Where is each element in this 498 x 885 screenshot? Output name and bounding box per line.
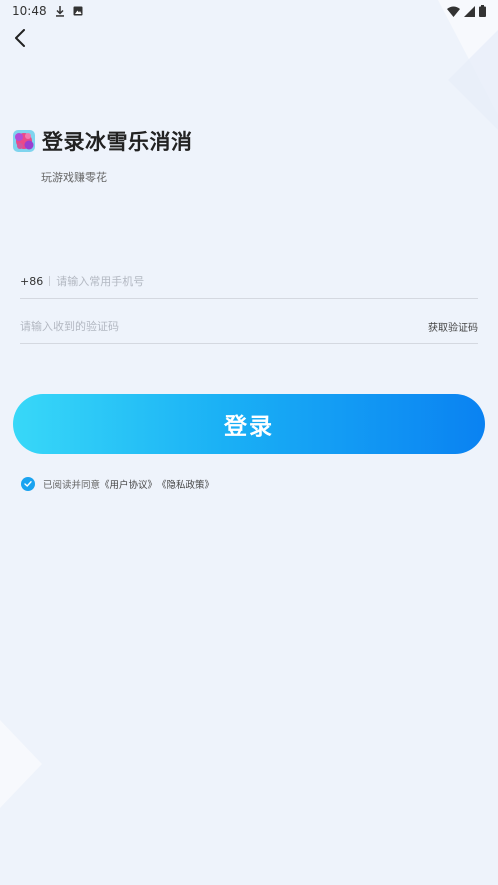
app-logo-icon xyxy=(13,130,35,152)
country-code-prefix[interactable]: +86 xyxy=(20,275,43,288)
get-code-button[interactable]: 获取验证码 xyxy=(428,319,478,334)
prefix-divider xyxy=(49,276,51,286)
agreement-checkbox[interactable] xyxy=(21,477,35,491)
signal-icon xyxy=(464,5,475,17)
back-button[interactable] xyxy=(8,26,32,50)
phone-input[interactable] xyxy=(56,274,478,288)
user-agreement-link[interactable]: 《用户协议》 xyxy=(100,477,157,491)
title-row: 登录冰雪乐消消 xyxy=(12,126,193,156)
phone-field: +86 xyxy=(20,264,478,299)
wifi-icon xyxy=(447,6,460,17)
page-title: 登录冰雪乐消消 xyxy=(42,130,193,154)
back-arrow-icon xyxy=(15,29,25,47)
agreement-text: 已阅读并同意 xyxy=(43,480,101,491)
checkmark-icon xyxy=(24,481,32,487)
status-bar: 10:48 xyxy=(0,0,498,22)
verification-code-input[interactable] xyxy=(20,319,428,333)
page-subtitle: 玩游戏赚零花 xyxy=(41,171,107,184)
notification-image-icon xyxy=(73,6,83,16)
battery-icon xyxy=(479,5,486,17)
status-time: 10:48 xyxy=(12,4,47,18)
background-decoration-bottom-left xyxy=(0,720,42,808)
privacy-policy-link[interactable]: 《隐私政策》 xyxy=(157,477,214,491)
download-icon xyxy=(55,5,64,17)
verification-code-field: 获取验证码 xyxy=(20,309,478,344)
login-button[interactable]: 登录 xyxy=(13,394,485,454)
agreement-row: 已阅读并同意 《用户协议》 《隐私政策》 xyxy=(21,477,214,491)
